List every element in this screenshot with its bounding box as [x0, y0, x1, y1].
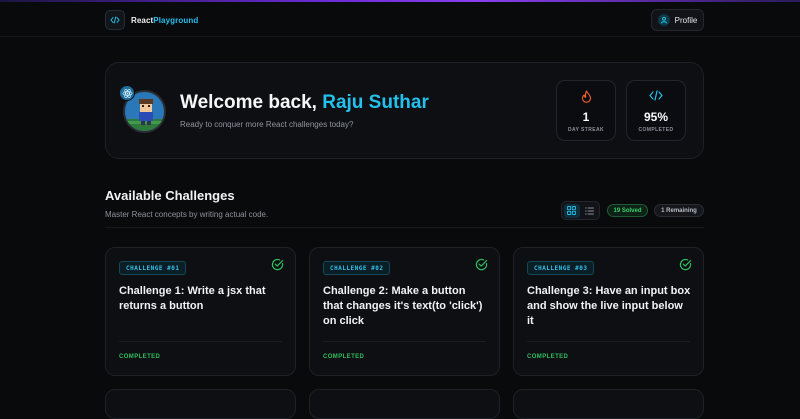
stat-value: 95%: [643, 110, 669, 124]
list-view-button[interactable]: [582, 204, 598, 218]
code-icon: [627, 90, 685, 101]
check-circle-icon: [271, 258, 284, 276]
challenge-title: Challenge 1: Write a jsx that returns a …: [119, 285, 266, 312]
welcome-subtitle: Ready to conquer more React challenges t…: [180, 120, 354, 129]
section-title: Available Challenges: [105, 188, 235, 203]
user-icon: [657, 14, 670, 26]
solved-count-badge: 19 Solved: [607, 204, 648, 217]
brand-name: ReactPlayground: [131, 15, 199, 25]
code-logo-icon: [105, 10, 125, 30]
profile-label: Profile: [674, 15, 698, 25]
grid-view-button[interactable]: [564, 203, 580, 218]
stat-label: DAY STREAK: [568, 127, 604, 133]
stat-value: 1: [582, 110, 590, 124]
challenge-card[interactable]: CHALLENGE #01 Challenge 1: Write a jsx t…: [105, 247, 296, 376]
challenge-card-next-row[interactable]: [513, 389, 704, 419]
flame-icon: [557, 90, 615, 103]
view-toggle: [561, 201, 600, 220]
challenge-card[interactable]: CHALLENGE #03 Challenge 3: Have an input…: [513, 247, 704, 376]
check-circle-icon: [475, 258, 488, 276]
top-navbar: ReactPlayground Profile: [0, 2, 800, 37]
challenge-status: COMPLETED: [119, 354, 161, 360]
welcome-card: Welcome back, Raju Suthar Ready to conqu…: [105, 62, 704, 159]
card-divider: [527, 341, 690, 342]
section-divider: [105, 227, 704, 228]
brand-logo[interactable]: ReactPlayground: [105, 10, 198, 30]
challenge-tag: CHALLENGE #02: [323, 261, 391, 275]
card-divider: [323, 341, 486, 342]
grid-icon: [567, 206, 577, 215]
challenge-card[interactable]: CHALLENGE #02 Challenge 2: Make a button…: [309, 247, 500, 376]
challenge-title: Challenge 2: Make a button that changes …: [323, 285, 483, 327]
card-divider: [119, 341, 282, 342]
profile-button[interactable]: Profile: [651, 9, 704, 31]
stat-label: COMPLETED: [638, 127, 674, 133]
challenge-title: Challenge 3: Have an input box and show …: [527, 285, 691, 327]
challenge-card-next-row[interactable]: [105, 389, 296, 419]
stat-completed: 95% COMPLETED: [626, 80, 686, 141]
challenge-card-next-row[interactable]: [309, 389, 500, 419]
user-name: Raju Suthar: [322, 92, 429, 113]
welcome-heading: Welcome back, Raju Suthar: [180, 92, 429, 113]
challenge-status: COMPLETED: [323, 354, 365, 360]
check-circle-icon: [679, 258, 692, 276]
challenge-tag: CHALLENGE #03: [527, 261, 595, 275]
section-subtitle: Master React concepts by writing actual …: [105, 210, 269, 219]
stat-day-streak: 1 DAY STREAK: [556, 80, 616, 141]
list-icon: [584, 207, 594, 214]
react-atom-icon: [119, 85, 135, 101]
remaining-count-badge: 1 Remaining: [654, 204, 704, 217]
challenge-tag: CHALLENGE #01: [119, 261, 187, 275]
challenge-status: COMPLETED: [527, 354, 569, 360]
